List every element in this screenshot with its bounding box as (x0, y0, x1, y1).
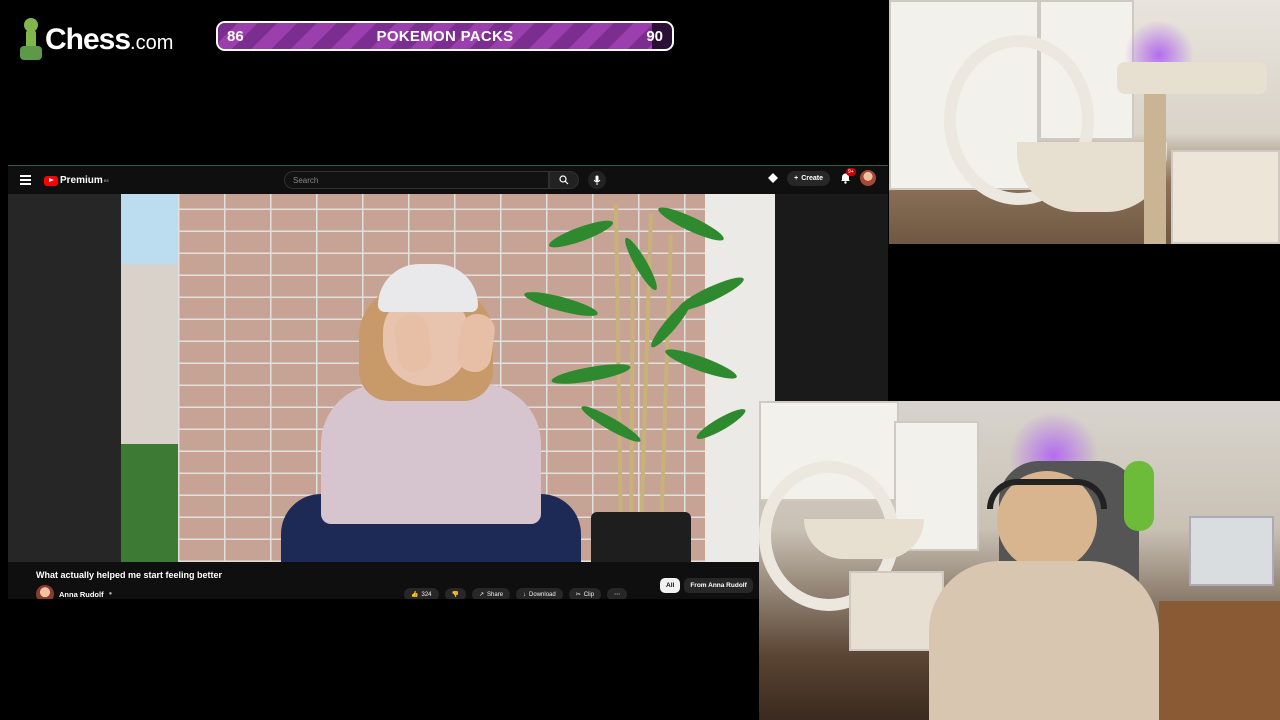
create-button[interactable]: + Create (787, 170, 830, 186)
youtube-window: Premium BE Search + Create 9+ What actua… (8, 165, 888, 599)
logo-text: Chess (45, 23, 131, 56)
cat-house (1171, 150, 1280, 244)
search-placeholder: Search (293, 176, 319, 185)
pickle-plush (1124, 461, 1154, 531)
share-button[interactable]: ↗ Share (471, 588, 511, 599)
chip-all[interactable]: All (660, 578, 681, 593)
pokemon-packs-goal-bar: 86 POKEMON PACKS 90 (216, 21, 674, 51)
search-icon (559, 175, 569, 185)
logo-domain: .com (130, 32, 174, 54)
search-input[interactable]: Search (284, 171, 549, 189)
chip-from-channel[interactable]: From Anna Rudolf (684, 578, 753, 593)
pawn-icon (20, 18, 42, 62)
youtube-top-bar: Premium BE Search + Create 9+ (8, 166, 888, 194)
notifications-badge: 9+ (846, 168, 856, 176)
mic-icon (593, 175, 601, 185)
video-actions: 👍 324 👎 ↗ Share ↓ Download ✂ Clip ⋯ (404, 588, 628, 599)
country-code: BE (103, 178, 110, 183)
clear-storage-box (1189, 516, 1274, 586)
download-label: Download (529, 591, 556, 598)
clip-label: Clip (583, 591, 595, 598)
room-camera-feed (889, 0, 1280, 244)
grass (121, 444, 178, 562)
clip-icon: ✂ (575, 592, 581, 598)
dislike-button[interactable]: 👎 (444, 588, 466, 599)
scratching-post (1144, 70, 1166, 244)
download-icon: ↓ (523, 591, 527, 598)
download-button[interactable]: ↓ Download (516, 588, 563, 599)
cat-tree-platform (1117, 62, 1267, 94)
related-filter-chips: All From Anna Rudolf (660, 578, 753, 593)
like-count: 324 (421, 591, 432, 598)
like-icon: 👍 (411, 592, 419, 598)
create-label: Create (801, 174, 823, 182)
gems-icon[interactable] (767, 172, 779, 184)
bamboo-plant (524, 203, 746, 534)
more-icon: ⋯ (614, 592, 621, 598)
desk (1159, 601, 1280, 720)
streamer-camera-feed (759, 401, 1280, 720)
channel-name[interactable]: Anna Rudolf (59, 590, 104, 599)
more-button[interactable]: ⋯ (607, 588, 628, 599)
search-button[interactable] (549, 171, 579, 189)
clip-button[interactable]: ✂ Clip (568, 588, 602, 599)
share-icon: ↗ (478, 592, 485, 598)
headphones (987, 479, 1107, 509)
video-player[interactable] (8, 194, 888, 562)
account-avatar[interactable] (860, 170, 876, 186)
cat-bed (804, 519, 924, 559)
video-title: What actually helped me start feeling be… (36, 570, 223, 580)
share-label: Share (487, 591, 504, 598)
like-button[interactable]: 👍 324 (404, 588, 439, 599)
youtube-premium-logo[interactable]: Premium BE (44, 175, 109, 186)
dislike-icon: 👎 (451, 592, 459, 598)
brand-label: Premium (60, 175, 103, 186)
channel-row: Anna Rudolf ● (36, 585, 112, 599)
video-frame[interactable] (121, 194, 775, 562)
verified-icon: ● (108, 591, 113, 597)
streamer-jacket (929, 561, 1159, 720)
plant-pot (591, 512, 691, 562)
notifications-button[interactable]: 9+ (838, 168, 856, 185)
voice-search-button[interactable] (588, 171, 606, 189)
channel-avatar[interactable] (36, 585, 54, 599)
goal-label: POKEMON PACKS (376, 28, 514, 45)
youtube-logo-icon (44, 175, 58, 186)
plus-icon: + (794, 174, 799, 182)
chess-com-logo: Chess.com (20, 16, 173, 64)
goal-target-count: 90 (646, 28, 663, 45)
menu-icon[interactable] (20, 175, 31, 187)
